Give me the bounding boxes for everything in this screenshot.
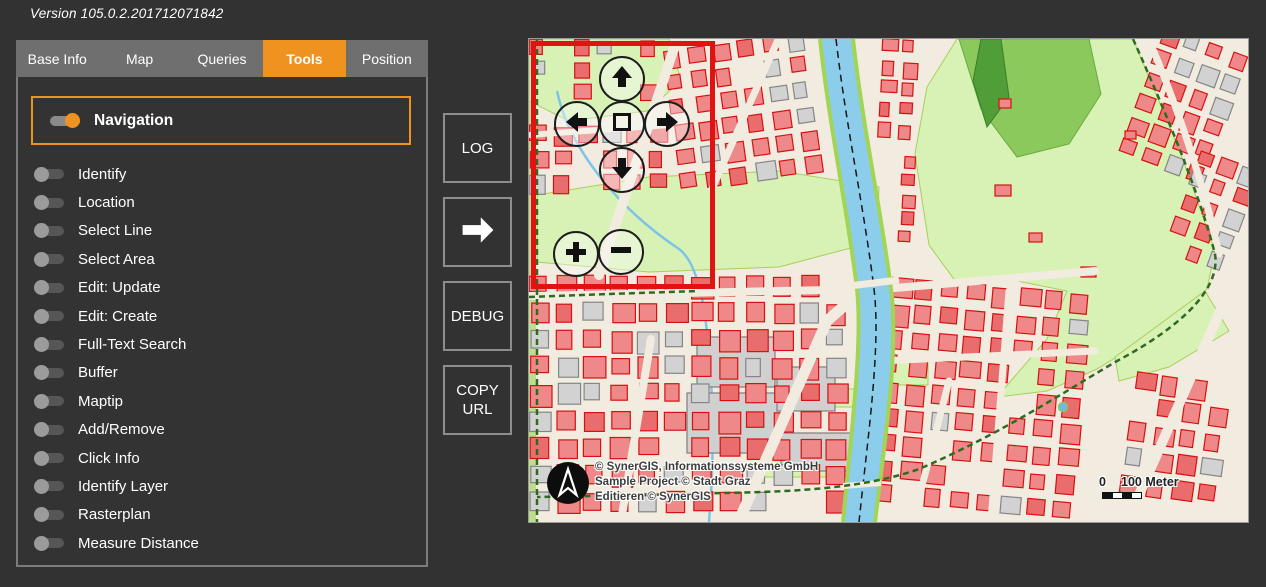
location-toggle[interactable]	[34, 198, 64, 208]
tool-item-click-info[interactable]: Click Info	[18, 444, 426, 472]
tool-item-navigation[interactable]: Navigation	[31, 96, 411, 145]
tool-item-label: Select Line	[78, 222, 152, 239]
pan-up-button[interactable]	[599, 56, 645, 102]
scale-bar-graphic	[1102, 492, 1142, 499]
tool-item-buffer[interactable]: Buffer	[18, 359, 426, 387]
attribution-line: © SynerGIS, Informationssysteme GmbH	[595, 460, 818, 475]
plus-icon	[563, 239, 589, 270]
toggle-knob	[34, 337, 49, 352]
toggle-knob	[34, 394, 49, 409]
tool-item-label: Identify Layer	[78, 478, 168, 495]
tool-item-label: Full-Text Search	[78, 336, 186, 353]
arrow-left-icon	[564, 109, 590, 140]
square-icon	[609, 109, 635, 140]
tool-item-label: Add/Remove	[78, 421, 165, 438]
tool-item-label: Click Info	[78, 450, 140, 467]
identify-toggle[interactable]	[34, 169, 64, 179]
tool-item-edit-update[interactable]: Edit: Update	[18, 274, 426, 302]
toggle-knob	[34, 422, 49, 437]
log-button[interactable]: LOG	[443, 113, 512, 183]
tool-item-rasterplan[interactable]: Rasterplan	[18, 501, 426, 529]
minus-icon	[608, 237, 634, 268]
tool-item-select-line[interactable]: Select Line	[18, 217, 426, 245]
tool-item-label: Navigation	[94, 112, 173, 130]
toggle-knob	[34, 365, 49, 380]
toggle-knob	[65, 113, 80, 128]
forward-button[interactable]	[443, 197, 512, 267]
scale-zero-label: 0	[1099, 475, 1106, 489]
map-attribution: © SynerGIS, Informationssysteme GmbH Sam…	[595, 460, 818, 505]
buffer-toggle[interactable]	[34, 368, 64, 378]
rasterplan-toggle[interactable]	[34, 510, 64, 520]
toggle-knob	[34, 252, 49, 267]
tool-item-location[interactable]: Location	[18, 188, 426, 216]
tool-list: Identify Location Select Line Select Are…	[18, 160, 426, 557]
pan-down-button[interactable]	[599, 147, 645, 193]
pan-left-button[interactable]	[554, 101, 600, 147]
toggle-knob	[34, 280, 49, 295]
arrow-down-icon	[609, 155, 635, 186]
toggle-knob	[34, 167, 49, 182]
toggle-knob	[34, 451, 49, 466]
maptip-toggle[interactable]	[34, 396, 64, 406]
map-canvas[interactable]: © SynerGIS, Informationssysteme GmbH Sam…	[528, 38, 1249, 523]
arrow-right-icon	[654, 109, 680, 140]
tool-item-label: Edit: Update	[78, 279, 161, 296]
tool-item-label: Location	[78, 194, 135, 211]
toggle-knob	[34, 479, 49, 494]
attribution-line: Editieren © SynerGIS	[595, 490, 818, 505]
tool-item-label: Select Area	[78, 251, 155, 268]
identify-layer-toggle[interactable]	[34, 481, 64, 491]
right-arrow-icon	[460, 216, 496, 249]
tool-item-label: Maptip	[78, 393, 123, 410]
home-extent-button[interactable]	[599, 101, 645, 147]
attribution-line: Sample Project © Stadt Graz	[595, 475, 818, 490]
toggle-knob	[34, 536, 49, 551]
toggle-knob	[34, 223, 49, 238]
edit-create-toggle[interactable]	[34, 311, 64, 321]
zoom-in-button[interactable]	[553, 231, 599, 277]
toggle-knob	[34, 507, 49, 522]
tools-panel: Navigation Identify Location Select Line…	[16, 77, 428, 567]
tool-item-identify-layer[interactable]: Identify Layer	[18, 472, 426, 500]
full-text-search-toggle[interactable]	[34, 340, 64, 350]
tool-item-label: Edit: Create	[78, 308, 157, 325]
copy-url-button[interactable]: COPY URL	[443, 365, 512, 435]
select-area-toggle[interactable]	[34, 254, 64, 264]
tab-position[interactable]: Position	[346, 40, 428, 77]
tool-item-label: Measure Distance	[78, 535, 199, 552]
tool-item-full-text-search[interactable]: Full-Text Search	[18, 330, 426, 358]
tab-bar: Base Info Map Queries Tools Position	[16, 40, 428, 77]
select-line-toggle[interactable]	[34, 226, 64, 236]
tool-item-label: Buffer	[78, 364, 118, 381]
tool-item-add-remove[interactable]: Add/Remove	[18, 416, 426, 444]
toggle-knob	[34, 195, 49, 210]
tab-map[interactable]: Map	[98, 40, 180, 77]
version-label: Version 105.0.2.201712071842	[30, 6, 224, 21]
edit-update-toggle[interactable]	[34, 283, 64, 293]
tab-tools[interactable]: Tools	[263, 40, 345, 77]
tool-item-label: Identify	[78, 166, 126, 183]
tool-item-edit-create[interactable]: Edit: Create	[18, 302, 426, 330]
tool-item-measure-distance[interactable]: Measure Distance	[18, 529, 426, 557]
zoom-out-button[interactable]	[598, 229, 644, 275]
tab-queries[interactable]: Queries	[181, 40, 263, 77]
tool-item-select-area[interactable]: Select Area	[18, 245, 426, 273]
tool-item-label: Rasterplan	[78, 506, 151, 523]
arrow-up-icon	[609, 64, 635, 95]
tab-base-info[interactable]: Base Info	[16, 40, 98, 77]
navigation-toggle[interactable]	[50, 116, 80, 126]
measure-distance-toggle[interactable]	[34, 538, 64, 548]
debug-button[interactable]: DEBUG	[443, 281, 512, 351]
click-info-toggle[interactable]	[34, 453, 64, 463]
compass-north-arrow-icon	[546, 461, 590, 505]
toggle-knob	[34, 309, 49, 324]
pan-right-button[interactable]	[644, 101, 690, 147]
add-remove-toggle[interactable]	[34, 425, 64, 435]
tool-item-identify[interactable]: Identify	[18, 160, 426, 188]
tool-item-maptip[interactable]: Maptip	[18, 387, 426, 415]
scale-distance-label: 100 Meter	[1121, 475, 1179, 489]
